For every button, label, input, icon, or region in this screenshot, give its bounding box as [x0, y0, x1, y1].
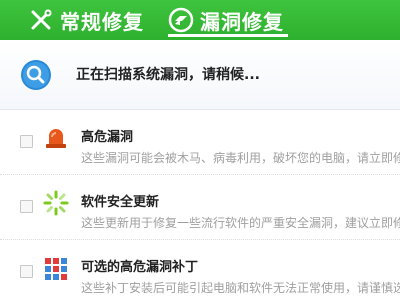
tab-label: 漏洞修复 [200, 9, 284, 34]
tab-label: 常规修复 [60, 9, 144, 34]
list-item-software-update[interactable]: 软件安全更新 这些更新用于修复一些流行软件的严重安全漏洞，建议立即修复 [0, 176, 400, 240]
active-tab-indicator [168, 34, 288, 37]
item-title: 高危漏洞 [81, 130, 134, 145]
item-description: 这些补丁安装后可能引起电脑和软件无法正常使用，请谨慎选择 [81, 281, 400, 295]
item-title: 可选的高危漏洞补丁 [81, 260, 199, 275]
item-title: 软件安全更新 [81, 195, 160, 210]
top-tab-bar: 常规修复 漏洞修复 [0, 0, 400, 40]
shield-patch-icon [168, 7, 194, 33]
scan-status-bar: 正在扫描系统漏洞，请稍候... [0, 40, 400, 110]
item-checkbox[interactable] [20, 135, 33, 148]
magnifier-icon [20, 59, 52, 91]
item-description: 这些更新用于修复一些流行软件的严重安全漏洞，建议立即修复 [81, 216, 400, 230]
item-checkbox[interactable] [20, 200, 33, 213]
tab-routine-repair[interactable]: 常规修复 [28, 0, 144, 40]
loading-spinner-icon [43, 190, 69, 216]
siren-icon [43, 125, 69, 151]
windows-blocks-icon [43, 255, 69, 281]
list-item-optional-patch[interactable]: 可选的高危漏洞补丁 这些补丁安装后可能引起电脑和软件无法正常使用，请谨慎选择 [0, 241, 400, 300]
item-description: 这些漏洞可能会被木马、病毒利用，破坏您的电脑，请立即修复 [81, 151, 400, 165]
scan-status-text: 正在扫描系统漏洞，请稍候... [76, 67, 260, 83]
item-checkbox[interactable] [20, 265, 33, 278]
list-item-high-risk[interactable]: 高危漏洞 这些漏洞可能会被木马、病毒利用，破坏您的电脑，请立即修复 [0, 111, 400, 175]
wrench-screwdriver-icon [28, 7, 54, 33]
